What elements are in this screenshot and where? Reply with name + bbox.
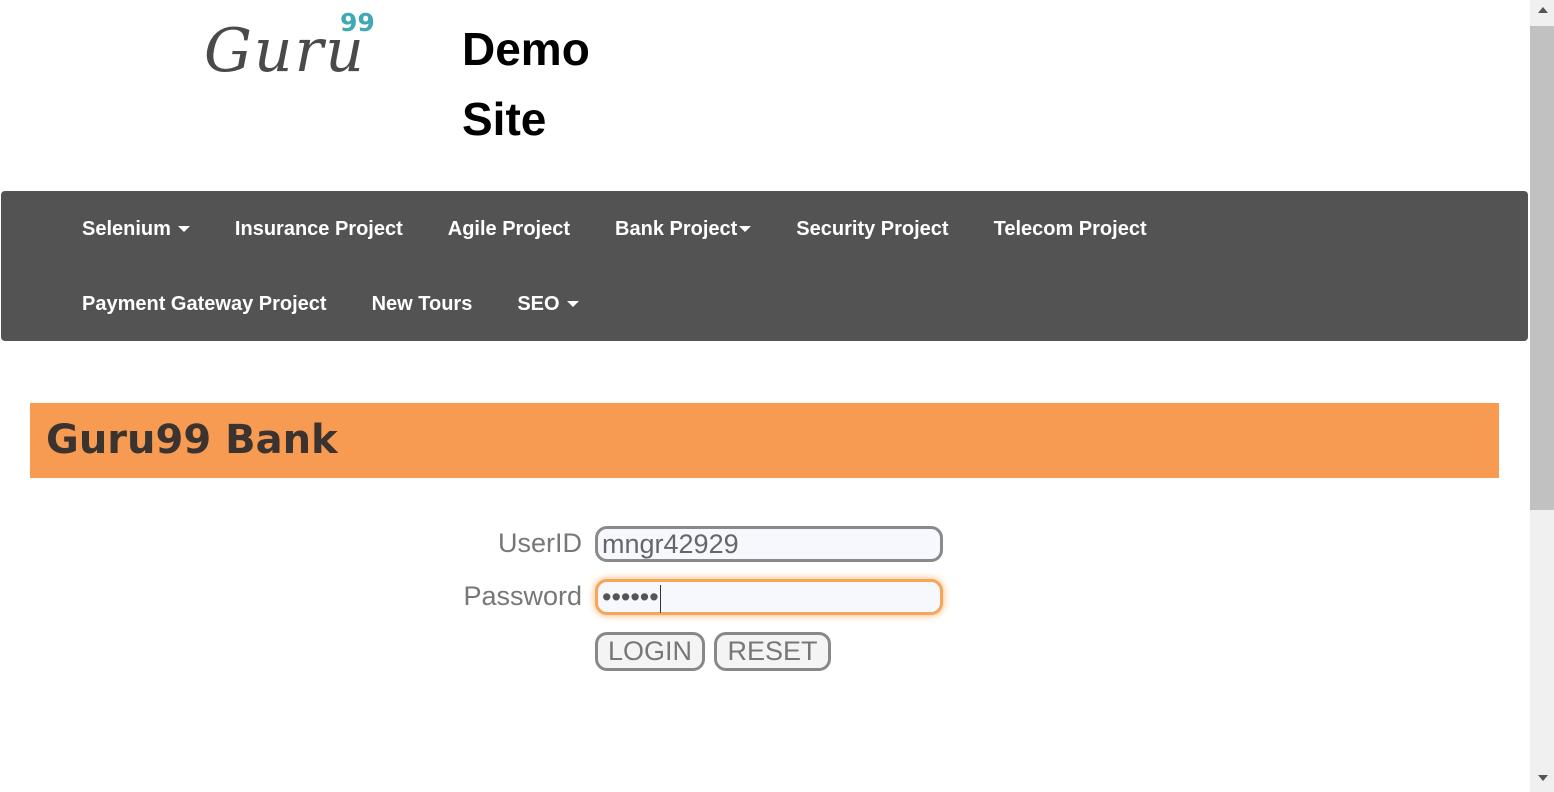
logo-superscript: 99 <box>340 8 375 37</box>
scroll-down-arrow-icon[interactable] <box>1538 775 1548 781</box>
nav-item-insurance-project[interactable]: Insurance Project <box>235 218 403 241</box>
nav-item-security-project[interactable]: Security Project <box>796 218 948 241</box>
bank-title: Guru99 Bank <box>46 417 338 463</box>
nav-row-2: Payment Gateway Project New Tours SEO <box>82 289 624 319</box>
password-label: Password <box>463 581 582 611</box>
nav-row-1: Selenium Insurance Project Agile Project… <box>82 214 1192 244</box>
userid-label: UserID <box>497 528 582 558</box>
nav-item-payment-gateway-project[interactable]: Payment Gateway Project <box>82 293 327 316</box>
caret-down-icon <box>566 301 579 307</box>
nav-item-selenium[interactable]: Selenium <box>82 218 190 241</box>
scrollbar-thumb[interactable] <box>1530 26 1554 510</box>
userid-value: mngr42929 <box>602 529 739 559</box>
scroll-up-arrow-icon[interactable] <box>1538 7 1548 13</box>
login-button[interactable]: LOGIN <box>595 632 705 671</box>
bank-header-banner: Guru99 Bank <box>30 403 1499 478</box>
guru99-logo[interactable]: Guru 99 <box>204 8 384 86</box>
nav-item-new-tours[interactable]: New Tours <box>372 293 473 316</box>
nav-item-agile-project[interactable]: Agile Project <box>448 218 570 241</box>
reset-button[interactable]: RESET <box>714 632 831 671</box>
nav-item-bank-project[interactable]: Bank Project <box>615 218 752 241</box>
vertical-scrollbar[interactable] <box>1530 0 1554 792</box>
caret-down-icon <box>739 226 752 232</box>
password-value: •••••• <box>602 582 659 612</box>
nav-item-seo[interactable]: SEO <box>517 293 579 316</box>
userid-input[interactable]: mngr42929 <box>595 526 943 562</box>
nav-item-telecom-project[interactable]: Telecom Project <box>994 218 1147 241</box>
text-cursor <box>659 584 661 613</box>
password-input[interactable]: •••••• <box>595 579 943 615</box>
caret-down-icon <box>177 226 190 232</box>
site-title: Demo Site <box>462 23 590 145</box>
